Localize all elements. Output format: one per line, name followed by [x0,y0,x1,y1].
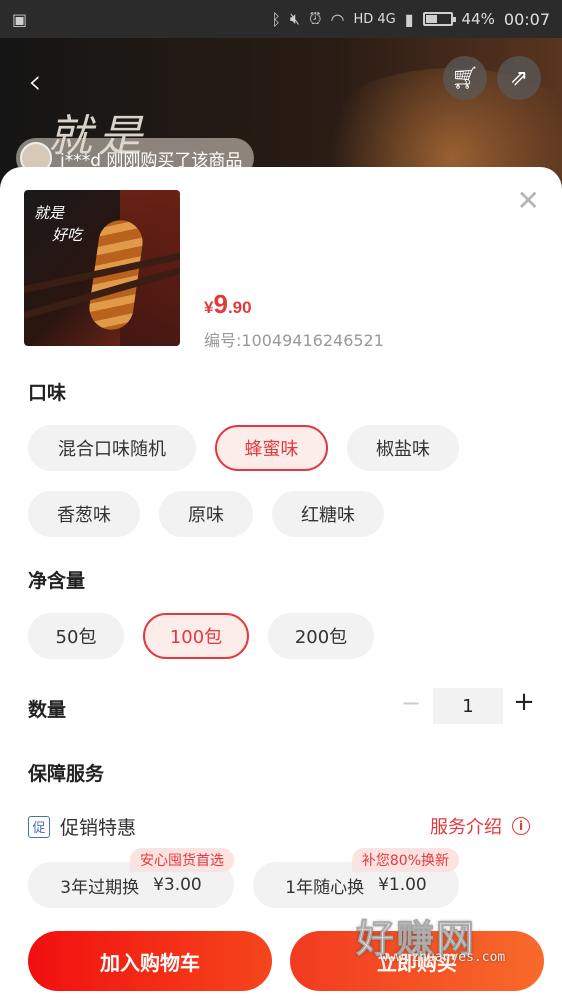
product-thumbnail: 就是 好吃 [24,190,180,346]
signal-icon: ▮ [404,9,414,29]
flavor-option[interactable]: 原味 [159,491,253,537]
service-intro-label: 服务介绍 [430,817,502,838]
battery-percent: 44% [461,10,495,28]
service-price: ¥3.00 [153,875,202,895]
flavor-option[interactable]: 红糖味 [272,491,384,537]
close-icon[interactable]: ✕ [517,187,540,215]
quantity-minus-button[interactable]: − [399,689,423,717]
service-price: ¥1.00 [378,875,427,895]
thumb-caption: 就是 好吃 [34,202,82,246]
flavor-option[interactable]: 香葱味 [28,491,140,537]
site-watermark: 好赚网 www.zhuanyes.com [356,908,546,974]
clock: 00:07 [503,9,550,29]
service-tag: 补您80%换新 [351,848,459,872]
promo-row: 促 促销特惠 [28,813,136,840]
bluetooth-icon: ᛒ [271,9,281,29]
service-option[interactable]: 安心囤货首选 3年过期换 ¥3.00 [28,848,234,908]
flavor-option[interactable]: 混合口味随机 [28,425,196,471]
service-option[interactable]: 补您80%换新 1年随心换 ¥1.00 [253,848,459,908]
mute-icon: 🔇︎ [289,9,301,28]
network-label: HD 4G [353,11,396,27]
flavor-title: 口味 [28,382,67,404]
promo-icon: 促 [28,815,50,838]
watermark-url: www.zhuanyes.com [380,950,506,965]
sku-selection-sheet: ✕ 就是 好吃 ¥9.90 编号:10049416246521 口味 混合口味随… [0,167,562,1000]
thumb-caption-line: 好吃 [52,226,83,244]
service-name: 3年过期换 [60,877,140,898]
image-notification-icon: ▣ [12,9,28,29]
product-banner: 就是 ‹ 🛒︎ ⇗ j***d 刚刚购买了该商品 [0,38,562,188]
chevron-left-icon[interactable]: ‹ [28,62,42,102]
weight-option[interactable]: 50包 [28,613,124,659]
add-to-cart-button[interactable]: 加入购物车 [28,931,272,991]
price-decimal: .90 [227,298,252,317]
weight-option-selected[interactable]: 100包 [143,613,249,659]
quantity-input[interactable]: 1 [433,688,503,724]
flavor-option-selected[interactable]: 蜂蜜味 [215,425,328,471]
battery-fill [425,15,437,23]
quantity-plus-button[interactable]: + [511,687,537,717]
battery-icon [422,12,456,26]
price-integer: 9 [213,289,228,319]
thumb-caption-line: 就是 [34,204,65,222]
price: ¥9.90 [204,289,252,320]
weight-option[interactable]: 200包 [268,613,374,659]
status-bar: ▣ ᛒ 🔇︎ ⏰︎ ◠ HD 4G ▮ 44% 00:07 [0,0,562,38]
share-icon[interactable]: ⇗ [497,56,541,100]
net-weight-title: 净含量 [28,570,86,592]
service-tag: 安心囤货首选 [130,848,234,872]
alarm-icon: ⏰︎ [309,9,322,28]
flavor-option[interactable]: 椒盐味 [347,425,459,471]
wifi-icon: ◠ [330,9,345,29]
service-name: 1年随心换 [285,877,365,898]
sku-number: 编号:10049416246521 [204,331,384,350]
promo-label: 促销特惠 [60,817,137,839]
info-icon: i [512,817,530,835]
service-intro-link[interactable]: 服务介绍 i [430,813,530,839]
cart-icon[interactable]: 🛒︎ [443,56,487,100]
guarantee-title: 保障服务 [28,763,105,785]
quantity-title: 数量 [28,699,67,721]
